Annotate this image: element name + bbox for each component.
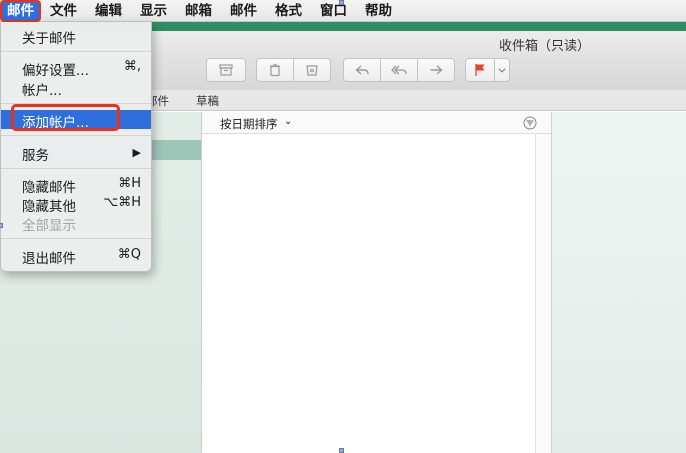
menu-item-services[interactable]: 服务 ▶ [1, 143, 151, 164]
submenu-arrow-icon: ▶ [132, 146, 141, 159]
menu-separator [1, 135, 151, 136]
menu-item-hide-others[interactable]: 隐藏其他 ⌥⌘H [1, 194, 151, 215]
sort-bar: 按日期排序 ⌄ [202, 112, 551, 134]
favorite-drafts[interactable]: 草稿 [196, 93, 219, 109]
forward-icon [430, 65, 443, 75]
forward-button[interactable] [417, 58, 455, 82]
mail-app-menu: 关于邮件 偏好设置... ⌘, 帐户... 添加帐户... 服务 ▶ 隐藏邮件 … [0, 22, 152, 272]
flag-button[interactable] [465, 58, 495, 82]
menu-edit[interactable]: 编辑 [86, 0, 131, 22]
menu-item-about[interactable]: 关于邮件 [1, 26, 151, 47]
reply-group [343, 58, 455, 82]
delete-button[interactable] [256, 58, 294, 82]
flag-icon [475, 64, 485, 76]
archive-button[interactable] [206, 58, 246, 82]
selection-handle [339, 0, 344, 5]
archive-icon [219, 64, 233, 76]
menu-item-hide-mail[interactable]: 隐藏邮件 ⌘H [1, 175, 151, 196]
menu-item-accounts[interactable]: 帐户... [1, 78, 151, 99]
menu-separator [1, 51, 151, 52]
menu-item-preferences[interactable]: 偏好设置... ⌘, [1, 58, 151, 79]
trash-icon [270, 63, 280, 77]
flag-menu-button[interactable] [494, 58, 510, 82]
junk-button[interactable] [293, 58, 331, 82]
menu-separator [1, 168, 151, 169]
menu-window[interactable]: 窗口 [311, 0, 356, 22]
selection-handle [339, 448, 344, 453]
menu-separator [1, 238, 151, 239]
preview-pane [552, 112, 686, 453]
sort-by-date-button[interactable]: 按日期排序 [220, 116, 278, 132]
menu-help[interactable]: 帮助 [356, 0, 401, 22]
menu-format[interactable]: 格式 [266, 0, 311, 22]
menu-item-quit[interactable]: 退出邮件 ⌘Q [1, 246, 151, 267]
sort-chevron-icon[interactable]: ⌄ [284, 116, 292, 127]
window-title: 收件箱（只读） [498, 39, 590, 54]
reply-all-button[interactable] [380, 58, 418, 82]
delete-junk-group [256, 58, 331, 82]
reply-all-icon [391, 65, 407, 75]
filter-icon[interactable] [523, 116, 537, 130]
selection-handle [0, 223, 3, 228]
junk-bin-icon [306, 65, 318, 76]
menu-separator [1, 103, 151, 104]
reply-button[interactable] [343, 58, 381, 82]
message-list: 按日期排序 ⌄ [202, 112, 552, 453]
flag-group [465, 58, 510, 82]
menu-mailbox[interactable]: 邮箱 [176, 0, 221, 22]
menu-mail[interactable]: 邮件 [0, 0, 41, 22]
menu-item-show-all: 全部显示 [22, 218, 76, 234]
message-list-scrollbar[interactable] [535, 134, 551, 453]
menu-file[interactable]: 文件 [41, 0, 86, 22]
menu-message[interactable]: 邮件 [221, 0, 266, 22]
reply-icon [355, 65, 369, 75]
menu-item-add-account[interactable]: 添加帐户... [1, 110, 151, 131]
chevron-down-icon [498, 68, 506, 73]
menu-view[interactable]: 显示 [131, 0, 176, 22]
